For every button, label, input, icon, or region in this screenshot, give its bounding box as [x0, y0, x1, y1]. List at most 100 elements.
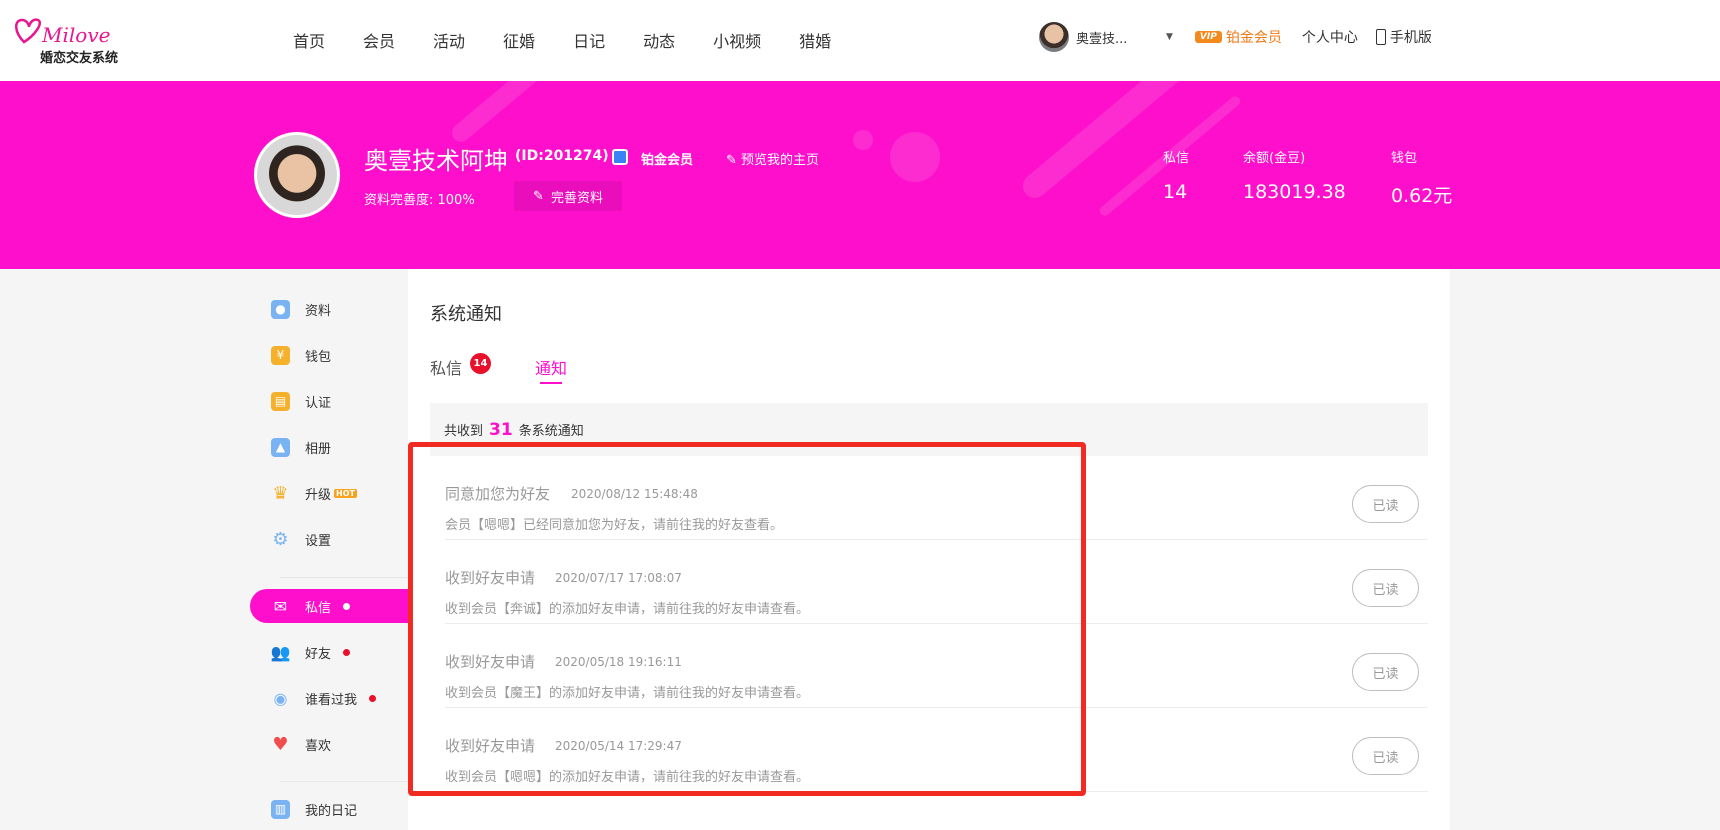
vip-badge-icon: VIP: [1194, 31, 1222, 43]
hot-tag: HOT: [334, 488, 357, 498]
mobile-version-link[interactable]: 手机版: [1375, 27, 1432, 47]
pencil-icon: ✎: [533, 188, 544, 204]
sidebar-item-label: 谁看过我: [305, 692, 358, 708]
sidebar-item-upgrade[interactable]: ♛ 升级 HOT: [250, 476, 408, 510]
notice-time: 2020/05/14 17:29:47: [555, 739, 682, 753]
sidebar-item-profile[interactable]: ● 资料: [250, 292, 408, 326]
decor-stripe: [448, 81, 552, 146]
friends-icon: 👥: [270, 642, 291, 662]
notice-summary: 共收到 31 条系统通知: [430, 403, 1428, 456]
sidebar-item-label: 升级: [305, 487, 332, 503]
sidebar-item-label: 资料: [305, 303, 332, 319]
crown-icon: ♛: [272, 482, 289, 504]
nav-events[interactable]: 活动: [433, 28, 465, 52]
top-navigation-bar: Milove 婚恋交友系统 首页 会员 活动 征婚 日记 动态 小视频 猎婚 奥…: [0, 0, 1720, 81]
nav-short-video[interactable]: 小视频: [713, 28, 761, 52]
unread-dot: [343, 602, 351, 610]
notice-title: 同意加您为好友: [445, 485, 551, 503]
sidebar-item-label: 相册: [305, 441, 332, 457]
notice-list: 同意加您为好友 2020/08/12 15:48:48 会员【嗯嗯】已经同意加您…: [445, 456, 1428, 792]
notice-title: 收到好友申请: [445, 737, 536, 755]
preview-homepage-label: 预览我的主页: [741, 153, 820, 168]
album-icon: ▲: [271, 437, 290, 457]
tab-notices[interactable]: 通知: [535, 355, 567, 379]
notice-title: 收到好友申请: [445, 569, 536, 587]
sidebar-item-settings[interactable]: ⚙ 设置: [250, 522, 408, 556]
sidebar-item-label: 好友: [305, 646, 332, 662]
eye-icon: ◉: [273, 688, 288, 708]
user-area: 奥壹技... ▼ VIP 铂金会员 个人中心 手机版: [1039, 22, 1450, 52]
money-bag-icon: ¥: [271, 345, 290, 365]
sidebar-item-friends[interactable]: 👥 好友: [250, 635, 408, 669]
mail-icon: ✉: [273, 596, 288, 616]
sidebar-item-messages[interactable]: ✉ 私信: [250, 589, 408, 623]
stat-messages-label: 私信: [1163, 151, 1190, 166]
list-item: 同意加您为好友 2020/08/12 15:48:48 会员【嗯嗯】已经同意加您…: [445, 456, 1428, 540]
user-avatar[interactable]: [1039, 22, 1069, 52]
list-item: 收到好友申请 2020/05/14 17:29:47 收到会员【嗯嗯】的添加好友…: [445, 708, 1428, 792]
nav-home[interactable]: 首页: [293, 28, 325, 52]
logo-subtitle: 婚恋交友系统: [40, 51, 119, 66]
mark-read-button[interactable]: 已读: [1352, 569, 1419, 607]
sidebar-item-album[interactable]: ▲ 相册: [250, 430, 408, 464]
heart-icon: ♥: [272, 733, 289, 755]
mobile-version-label: 手机版: [1389, 30, 1432, 46]
notice-time: 2020/05/18 19:16:11: [555, 655, 682, 669]
notice-title: 收到好友申请: [445, 653, 536, 671]
sidebar-item-verify[interactable]: ▤ 认证: [250, 384, 408, 418]
site-logo[interactable]: Milove 婚恋交友系统: [12, 12, 132, 68]
mark-read-button[interactable]: 已读: [1352, 485, 1419, 523]
sidebar-item-likes[interactable]: ♥ 喜欢: [250, 727, 408, 761]
notice-body: 收到会员【嗯嗯】的添加好友申请，请前往我的好友申请查看。: [445, 770, 810, 785]
vip-level-link[interactable]: 铂金会员: [1226, 27, 1282, 47]
nav-matchmaking[interactable]: 征婚: [503, 28, 535, 52]
user-sidebar: ● 资料 ¥ 钱包 ▤ 认证 ▲ 相册 ♛ 升级 HOT ⚙ 设置 ✉ 私信 👥…: [250, 269, 408, 830]
main-content: 系统通知 私信 14 通知 共收到 31 条系统通知 同意加您为好友 2020/…: [408, 269, 1450, 830]
decor-bubble: [853, 130, 873, 150]
preview-homepage-link[interactable]: ✎ 预览我的主页: [726, 149, 819, 168]
chevron-down-icon[interactable]: ▼: [1166, 32, 1173, 42]
nav-hunt[interactable]: 猎婚: [799, 28, 831, 52]
profile-avatar[interactable]: [254, 132, 340, 218]
stat-messages[interactable]: 私信 14: [1163, 147, 1189, 203]
complete-profile-label: 完善资料: [550, 190, 603, 206]
summary-count: 31: [489, 419, 513, 440]
nav-diary[interactable]: 日记: [573, 28, 605, 52]
mark-read-button[interactable]: 已读: [1352, 653, 1419, 691]
phone-icon: [1375, 29, 1386, 45]
personal-center-link[interactable]: 个人中心: [1302, 27, 1358, 47]
summary-suffix: 条系统通知: [518, 424, 584, 439]
sidebar-item-label: 我的日记: [305, 803, 358, 819]
stat-balance-value: 183019.38: [1243, 181, 1346, 203]
gear-icon: ⚙: [272, 528, 289, 550]
stat-messages-value: 14: [1163, 181, 1188, 203]
certificate-icon: ▤: [271, 391, 290, 411]
notice-body: 会员【嗯嗯】已经同意加您为好友，请前往我的好友查看。: [445, 518, 784, 533]
sidebar-item-visitors[interactable]: ◉ 谁看过我: [250, 681, 408, 715]
nav-feed[interactable]: 动态: [643, 28, 675, 52]
sidebar-item-label: 认证: [305, 395, 332, 411]
notice-body: 收到会员【魔王】的添加好友申请，请前往我的好友申请查看。: [445, 686, 810, 701]
sidebar-item-label: 喜欢: [305, 738, 332, 754]
list-item: 收到好友申请 2020/05/18 19:16:11 收到会员【魔王】的添加好友…: [445, 624, 1428, 708]
sidebar-item-label: 私信: [305, 600, 332, 616]
stat-wallet[interactable]: 钱包 0.62元: [1391, 147, 1452, 208]
decor-bubble: [890, 132, 940, 182]
member-card-icon: [612, 149, 628, 165]
sidebar-divider: [280, 781, 408, 782]
stat-balance-label: 余额(金豆): [1243, 151, 1306, 166]
profile-id: (ID:201274): [515, 148, 609, 164]
tab-messages[interactable]: 私信: [430, 355, 462, 379]
sidebar-item-wallet[interactable]: ¥ 钱包: [250, 338, 408, 372]
nav-members[interactable]: 会员: [363, 28, 395, 52]
logo-heart-icon: Milove: [15, 18, 110, 47]
profile-icon: ●: [271, 299, 290, 319]
complete-profile-button[interactable]: ✎ 完善资料: [514, 181, 622, 211]
stat-balance[interactable]: 余额(金豆) 183019.38: [1243, 147, 1346, 203]
notice-time: 2020/07/17 17:08:07: [555, 571, 682, 585]
sidebar-item-diary[interactable]: ▥ 我的日记: [250, 792, 408, 826]
mark-read-button[interactable]: 已读: [1352, 737, 1419, 775]
user-name[interactable]: 奥壹技...: [1076, 28, 1166, 47]
profile-banner: 奥壹技术阿坤 (ID:201274) 铂金会员 ✎ 预览我的主页 资料完善度: …: [0, 81, 1720, 269]
profile-completeness: 资料完善度: 100%: [364, 193, 475, 208]
